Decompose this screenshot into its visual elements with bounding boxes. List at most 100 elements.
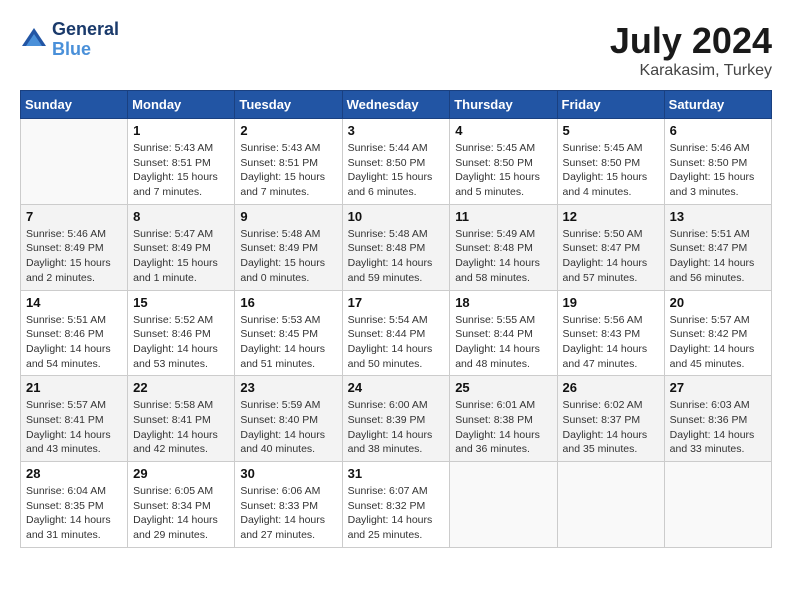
weekday-header-friday: Friday [557, 91, 664, 119]
calendar-week-2: 7 Sunrise: 5:46 AM Sunset: 8:49 PM Daylig… [21, 204, 772, 290]
day-info: Sunrise: 5:49 AM Sunset: 8:48 PM Dayligh… [455, 227, 551, 286]
day-number: 26 [563, 380, 659, 395]
calendar-cell: 1 Sunrise: 5:43 AM Sunset: 8:51 PM Daylig… [128, 119, 235, 205]
day-info: Sunrise: 5:43 AM Sunset: 8:51 PM Dayligh… [133, 141, 229, 200]
calendar-cell [557, 462, 664, 548]
calendar-cell: 13 Sunrise: 5:51 AM Sunset: 8:47 PM Dayli… [664, 204, 771, 290]
day-info: Sunrise: 6:00 AM Sunset: 8:39 PM Dayligh… [348, 398, 445, 457]
calendar-cell: 26 Sunrise: 6:02 AM Sunset: 8:37 PM Dayli… [557, 376, 664, 462]
day-number: 5 [563, 123, 659, 138]
title-block: July 2024 Karakasim, Turkey [610, 20, 772, 80]
calendar-cell: 22 Sunrise: 5:58 AM Sunset: 8:41 PM Dayli… [128, 376, 235, 462]
day-info: Sunrise: 5:47 AM Sunset: 8:49 PM Dayligh… [133, 227, 229, 286]
day-number: 1 [133, 123, 229, 138]
calendar-week-3: 14 Sunrise: 5:51 AM Sunset: 8:46 PM Dayli… [21, 290, 772, 376]
weekday-header-tuesday: Tuesday [235, 91, 342, 119]
day-number: 10 [348, 209, 445, 224]
day-number: 24 [348, 380, 445, 395]
logo-icon [20, 26, 48, 54]
day-number: 28 [26, 466, 122, 481]
calendar-cell: 24 Sunrise: 6:00 AM Sunset: 8:39 PM Dayli… [342, 376, 450, 462]
logo-blue: Blue [52, 40, 119, 60]
day-number: 14 [26, 295, 122, 310]
day-number: 4 [455, 123, 551, 138]
calendar-cell: 17Sunrise: 5:54 AM Sunset: 8:44 PM Dayli… [342, 290, 450, 376]
day-info: Sunrise: 6:06 AM Sunset: 8:33 PM Dayligh… [240, 484, 336, 543]
calendar-cell: 31 Sunrise: 6:07 AM Sunset: 8:32 PM Dayli… [342, 462, 450, 548]
day-info: Sunrise: 5:48 AM Sunset: 8:49 PM Dayligh… [240, 227, 336, 286]
calendar-cell: 8Sunrise: 5:47 AM Sunset: 8:49 PM Daylig… [128, 204, 235, 290]
day-number: 25 [455, 380, 551, 395]
calendar-cell: 16Sunrise: 5:53 AM Sunset: 8:45 PM Dayli… [235, 290, 342, 376]
calendar-cell: 18 Sunrise: 5:55 AM Sunset: 8:44 PM Dayli… [450, 290, 557, 376]
day-info: Sunrise: 5:44 AM Sunset: 8:50 PM Dayligh… [348, 141, 445, 200]
weekday-header-wednesday: Wednesday [342, 91, 450, 119]
calendar-cell: 14 Sunrise: 5:51 AM Sunset: 8:46 PM Dayli… [21, 290, 128, 376]
day-number: 19 [563, 295, 659, 310]
day-info: Sunrise: 5:46 AM Sunset: 8:49 PM Dayligh… [26, 227, 122, 286]
calendar-week-4: 21 Sunrise: 5:57 AM Sunset: 8:41 PM Dayli… [21, 376, 772, 462]
day-number: 11 [455, 209, 551, 224]
calendar-cell: 30Sunrise: 6:06 AM Sunset: 8:33 PM Dayli… [235, 462, 342, 548]
day-number: 7 [26, 209, 122, 224]
calendar-cell [450, 462, 557, 548]
calendar-cell: 11 Sunrise: 5:49 AM Sunset: 8:48 PM Dayli… [450, 204, 557, 290]
day-info: Sunrise: 5:46 AM Sunset: 8:50 PM Dayligh… [670, 141, 766, 200]
calendar-cell: 4 Sunrise: 5:45 AM Sunset: 8:50 PM Daylig… [450, 119, 557, 205]
calendar-cell: 27 Sunrise: 6:03 AM Sunset: 8:36 PM Dayli… [664, 376, 771, 462]
day-info: Sunrise: 6:03 AM Sunset: 8:36 PM Dayligh… [670, 398, 766, 457]
calendar-cell [21, 119, 128, 205]
day-info: Sunrise: 5:51 AM Sunset: 8:47 PM Dayligh… [670, 227, 766, 286]
day-number: 3 [348, 123, 445, 138]
calendar-cell: 7 Sunrise: 5:46 AM Sunset: 8:49 PM Daylig… [21, 204, 128, 290]
day-number: 20 [670, 295, 766, 310]
day-number: 23 [240, 380, 336, 395]
day-info: Sunrise: 5:48 AM Sunset: 8:48 PM Dayligh… [348, 227, 445, 286]
day-info: Sunrise: 5:55 AM Sunset: 8:44 PM Dayligh… [455, 313, 551, 372]
weekday-header-saturday: Saturday [664, 91, 771, 119]
day-number: 6 [670, 123, 766, 138]
calendar-table: SundayMondayTuesdayWednesdayThursdayFrid… [20, 90, 772, 548]
weekday-header-monday: Monday [128, 91, 235, 119]
day-number: 22 [133, 380, 229, 395]
day-info: Sunrise: 5:45 AM Sunset: 8:50 PM Dayligh… [455, 141, 551, 200]
weekday-header-sunday: Sunday [21, 91, 128, 119]
location-subtitle: Karakasim, Turkey [610, 62, 772, 80]
day-info: Sunrise: 5:58 AM Sunset: 8:41 PM Dayligh… [133, 398, 229, 457]
day-number: 29 [133, 466, 229, 481]
day-info: Sunrise: 5:57 AM Sunset: 8:41 PM Dayligh… [26, 398, 122, 457]
day-info: Sunrise: 5:51 AM Sunset: 8:46 PM Dayligh… [26, 313, 122, 372]
calendar-cell: 19 Sunrise: 5:56 AM Sunset: 8:43 PM Dayli… [557, 290, 664, 376]
day-info: Sunrise: 5:57 AM Sunset: 8:42 PM Dayligh… [670, 313, 766, 372]
calendar-cell: 12Sunrise: 5:50 AM Sunset: 8:47 PM Dayli… [557, 204, 664, 290]
day-info: Sunrise: 6:05 AM Sunset: 8:34 PM Dayligh… [133, 484, 229, 543]
day-info: Sunrise: 6:02 AM Sunset: 8:37 PM Dayligh… [563, 398, 659, 457]
day-info: Sunrise: 6:04 AM Sunset: 8:35 PM Dayligh… [26, 484, 122, 543]
day-info: Sunrise: 5:59 AM Sunset: 8:40 PM Dayligh… [240, 398, 336, 457]
day-number: 31 [348, 466, 445, 481]
weekday-header-row: SundayMondayTuesdayWednesdayThursdayFrid… [21, 91, 772, 119]
calendar-cell: 2Sunrise: 5:43 AM Sunset: 8:51 PM Daylig… [235, 119, 342, 205]
calendar-cell: 3 Sunrise: 5:44 AM Sunset: 8:50 PM Daylig… [342, 119, 450, 205]
day-number: 9 [240, 209, 336, 224]
day-info: Sunrise: 5:45 AM Sunset: 8:50 PM Dayligh… [563, 141, 659, 200]
day-number: 21 [26, 380, 122, 395]
day-number: 13 [670, 209, 766, 224]
page-header: General Blue July 2024 Karakasim, Turkey [20, 20, 772, 80]
logo-general: General [52, 20, 119, 40]
day-number: 27 [670, 380, 766, 395]
day-number: 12 [563, 209, 659, 224]
weekday-header-thursday: Thursday [450, 91, 557, 119]
calendar-cell: 10 Sunrise: 5:48 AM Sunset: 8:48 PM Dayli… [342, 204, 450, 290]
day-number: 2 [240, 123, 336, 138]
calendar-week-5: 28 Sunrise: 6:04 AM Sunset: 8:35 PM Dayli… [21, 462, 772, 548]
day-info: Sunrise: 6:07 AM Sunset: 8:32 PM Dayligh… [348, 484, 445, 543]
day-number: 17 [348, 295, 445, 310]
calendar-cell: 21 Sunrise: 5:57 AM Sunset: 8:41 PM Dayli… [21, 376, 128, 462]
logo: General Blue [20, 20, 119, 60]
day-number: 18 [455, 295, 551, 310]
calendar-cell: 23 Sunrise: 5:59 AM Sunset: 8:40 PM Dayli… [235, 376, 342, 462]
day-number: 15 [133, 295, 229, 310]
calendar-cell: 20 Sunrise: 5:57 AM Sunset: 8:42 PM Dayli… [664, 290, 771, 376]
day-info: Sunrise: 5:56 AM Sunset: 8:43 PM Dayligh… [563, 313, 659, 372]
